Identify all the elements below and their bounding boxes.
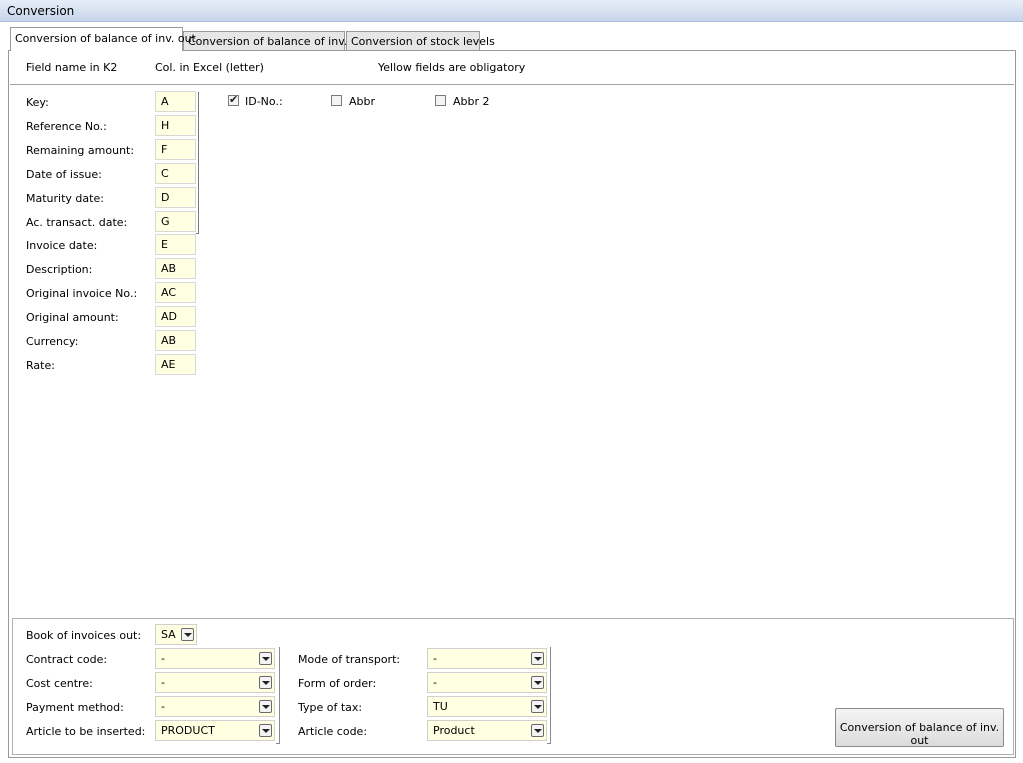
reference-no-label: Reference No.:: [26, 120, 107, 133]
abbr-checkbox[interactable]: [331, 95, 342, 106]
contract-code-select[interactable]: -: [155, 648, 275, 669]
remaining-amount-input[interactable]: F: [155, 139, 196, 160]
description-input[interactable]: AB: [155, 258, 196, 279]
chevron-down-icon[interactable]: [259, 724, 272, 737]
type-of-tax-select[interactable]: TU: [427, 696, 547, 717]
rate-label: Rate:: [26, 359, 55, 372]
article-code-label: Article code:: [298, 725, 368, 738]
key-label: Key:: [26, 96, 49, 109]
date-of-issue-label: Date of issue:: [26, 168, 102, 181]
book-of-invoices-label: Book of invoices out:: [26, 629, 142, 642]
transact-date-label: Ac. transact. date:: [26, 216, 128, 229]
chevron-down-icon[interactable]: [531, 676, 544, 689]
cost-centre-select[interactable]: -: [155, 672, 275, 693]
field-name-header: Field name in K2: [26, 61, 118, 74]
invoice-date-input[interactable]: E: [155, 234, 196, 255]
form-of-order-select[interactable]: -: [427, 672, 547, 693]
cost-centre-label: Cost centre:: [26, 677, 93, 690]
currency-label: Currency:: [26, 335, 79, 348]
article-to-insert-value: PRODUCT: [161, 724, 215, 737]
key-input[interactable]: A: [155, 91, 196, 112]
maturity-date-input[interactable]: D: [155, 187, 196, 208]
tab-balance-inv-in[interactable]: Conversion of balance of inv. in: [183, 31, 361, 50]
window-title-bar: Conversion: [0, 0, 1023, 22]
chevron-down-icon[interactable]: [531, 652, 544, 665]
tab-balance-inv-out[interactable]: Conversion of balance of inv. out: [10, 27, 196, 51]
currency-input[interactable]: AB: [155, 330, 196, 351]
original-invoice-no-label: Original invoice No.:: [26, 287, 138, 300]
remaining-amount-label: Remaining amount:: [26, 144, 135, 157]
excel-column-header: Col. in Excel (letter): [155, 61, 264, 74]
rate-input[interactable]: AE: [155, 354, 196, 375]
article-code-select[interactable]: Product: [427, 720, 547, 741]
original-amount-input[interactable]: AD: [155, 306, 196, 327]
chevron-down-icon[interactable]: [531, 724, 544, 737]
key-fields-bracket: [196, 92, 199, 234]
chevron-down-icon[interactable]: [259, 676, 272, 689]
contract-code-value: -: [161, 652, 165, 665]
obligatory-note: Yellow fields are obligatory: [378, 61, 526, 74]
form-of-order-label: Form of order:: [298, 677, 377, 690]
form-of-order-value: -: [433, 676, 437, 689]
maturity-date-label: Maturity date:: [26, 192, 104, 205]
abbr-label: Abbr: [349, 95, 376, 108]
id-no-checkbox[interactable]: [228, 93, 239, 106]
book-of-invoices-value: SA: [161, 628, 176, 641]
payment-method-select[interactable]: -: [155, 696, 275, 717]
transact-date-input[interactable]: G: [155, 211, 196, 232]
chevron-down-icon[interactable]: [259, 652, 272, 665]
mode-of-transport-select[interactable]: -: [427, 648, 547, 669]
description-label: Description:: [26, 263, 93, 276]
convert-button[interactable]: Conversion of balance of inv. out: [835, 708, 1004, 747]
chevron-down-icon[interactable]: [531, 700, 544, 713]
contract-code-label: Contract code:: [26, 653, 108, 666]
cost-centre-value: -: [161, 676, 165, 689]
mode-of-transport-label: Mode of transport:: [298, 653, 401, 666]
payment-method-value: -: [161, 700, 165, 713]
invoice-date-label: Invoice date:: [26, 239, 98, 252]
original-amount-label: Original amount:: [26, 311, 119, 324]
article-code-value: Product: [433, 724, 475, 737]
original-invoice-no-input[interactable]: AC: [155, 282, 196, 303]
type-of-tax-value: TU: [433, 700, 448, 713]
id-no-label: ID-No.:: [245, 95, 283, 108]
right-group-bracket: [547, 647, 551, 744]
mode-of-transport-value: -: [433, 652, 437, 665]
window-title: Conversion: [7, 4, 75, 18]
date-of-issue-input[interactable]: C: [155, 163, 196, 184]
book-of-invoices-select[interactable]: SA: [155, 624, 197, 645]
reference-no-input[interactable]: H: [155, 115, 196, 136]
chevron-down-icon[interactable]: [259, 700, 272, 713]
left-group-bracket: [276, 647, 280, 744]
article-to-insert-select[interactable]: PRODUCT: [155, 720, 275, 741]
payment-method-label: Payment method:: [26, 701, 124, 714]
abbr-2-checkbox[interactable]: [435, 95, 446, 106]
abbr-2-label: Abbr 2: [453, 95, 490, 108]
type-of-tax-label: Type of tax:: [298, 701, 363, 714]
tab-stock-levels[interactable]: Conversion of stock levels: [346, 31, 495, 50]
article-to-insert-label: Article to be inserted:: [26, 725, 146, 738]
chevron-down-icon[interactable]: [181, 628, 194, 641]
